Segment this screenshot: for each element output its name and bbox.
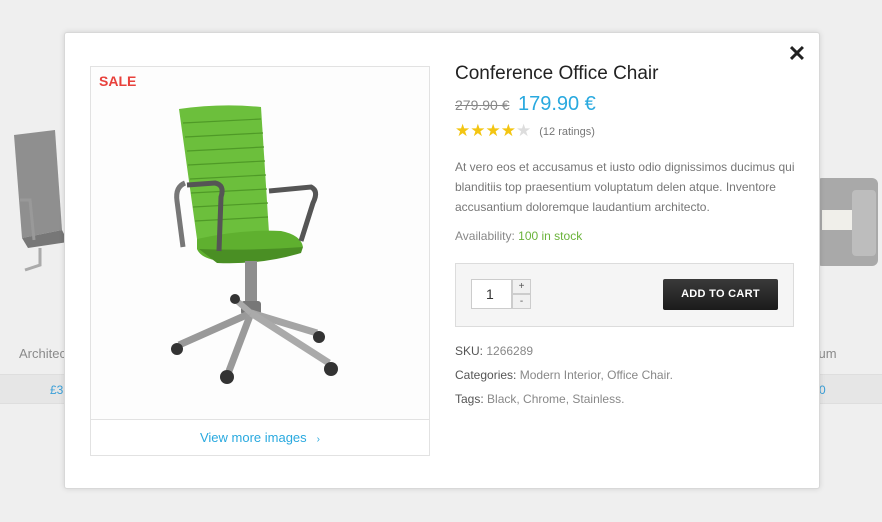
availability-value: 100 in stock (518, 229, 583, 243)
tags-row: Tags: Black, Chrome, Stainless. (455, 392, 625, 406)
category-link[interactable]: Modern Interior (520, 368, 601, 382)
quantity-decrease-button[interactable]: - (512, 294, 531, 309)
product-image-box: SALE View more images › (90, 66, 430, 456)
view-more-images-link[interactable]: View more images › (91, 419, 429, 455)
tag-link[interactable]: Chrome (523, 392, 566, 406)
product-image-left[interactable] (0, 120, 70, 290)
ratings-count[interactable]: (12 ratings) (539, 126, 595, 138)
add-to-cart-button[interactable]: ADD TO CART (663, 279, 778, 310)
sku-label: SKU: (455, 344, 484, 358)
quantity-increase-button[interactable]: + (512, 279, 531, 294)
add-to-cart-box: 1 + - ADD TO CART (455, 263, 794, 327)
quantity-input[interactable]: 1 (471, 279, 512, 309)
tag-link[interactable]: Stainless. (572, 392, 624, 406)
sale-price: 179.90 € (517, 93, 596, 115)
star-filled-icon: ★ (500, 121, 516, 140)
rating-row: ★★★★★ (12 ratings) (455, 122, 795, 141)
product-name-left[interactable]: Architec (19, 346, 66, 361)
product-image-area: SALE (91, 67, 429, 419)
price-row: 279.90 € 179.90 € (455, 93, 795, 116)
quick-view-modal: ✕ SALE View more images › Conference Off… (64, 32, 820, 489)
product-description: At vero eos et accusamus et iusto odio d… (455, 160, 795, 214)
old-price: 279.90 € (455, 97, 510, 113)
view-more-label: View more images (199, 430, 307, 445)
product-details: Conference Office Chair 279.90 € 179.90 … (455, 63, 795, 243)
product-title: Conference Office Chair (455, 63, 659, 84)
star-filled-icon: ★ (455, 121, 471, 140)
star-filled-icon: ★ (470, 121, 486, 140)
tags-label: Tags: (455, 392, 484, 406)
sku-value: 1266289 (486, 344, 534, 358)
categories-row: Categories: Modern Interior, Office Chai… (455, 368, 673, 382)
product-price-left: £3 (50, 383, 64, 397)
star-rating: ★★★★★ (455, 122, 531, 141)
star-empty-icon: ★ (516, 121, 532, 140)
tag-link[interactable]: Black (487, 392, 516, 406)
sku-row: SKU: 1266289 (455, 344, 795, 368)
product-price-right: 0 (819, 383, 826, 397)
availability-label: Availability: (455, 229, 515, 243)
star-filled-icon: ★ (485, 121, 501, 140)
product-meta: SKU: 1266289 Categories: Modern Interior… (455, 344, 795, 416)
chevron-right-icon: › (316, 434, 321, 445)
category-link[interactable]: Office Chair. (607, 368, 673, 382)
close-icon[interactable]: ✕ (787, 43, 807, 65)
categories-label: Categories: (455, 368, 517, 382)
sale-badge: SALE (99, 73, 137, 89)
availability: Availability: 100 in stock (455, 229, 795, 243)
product-image[interactable] (161, 101, 361, 391)
